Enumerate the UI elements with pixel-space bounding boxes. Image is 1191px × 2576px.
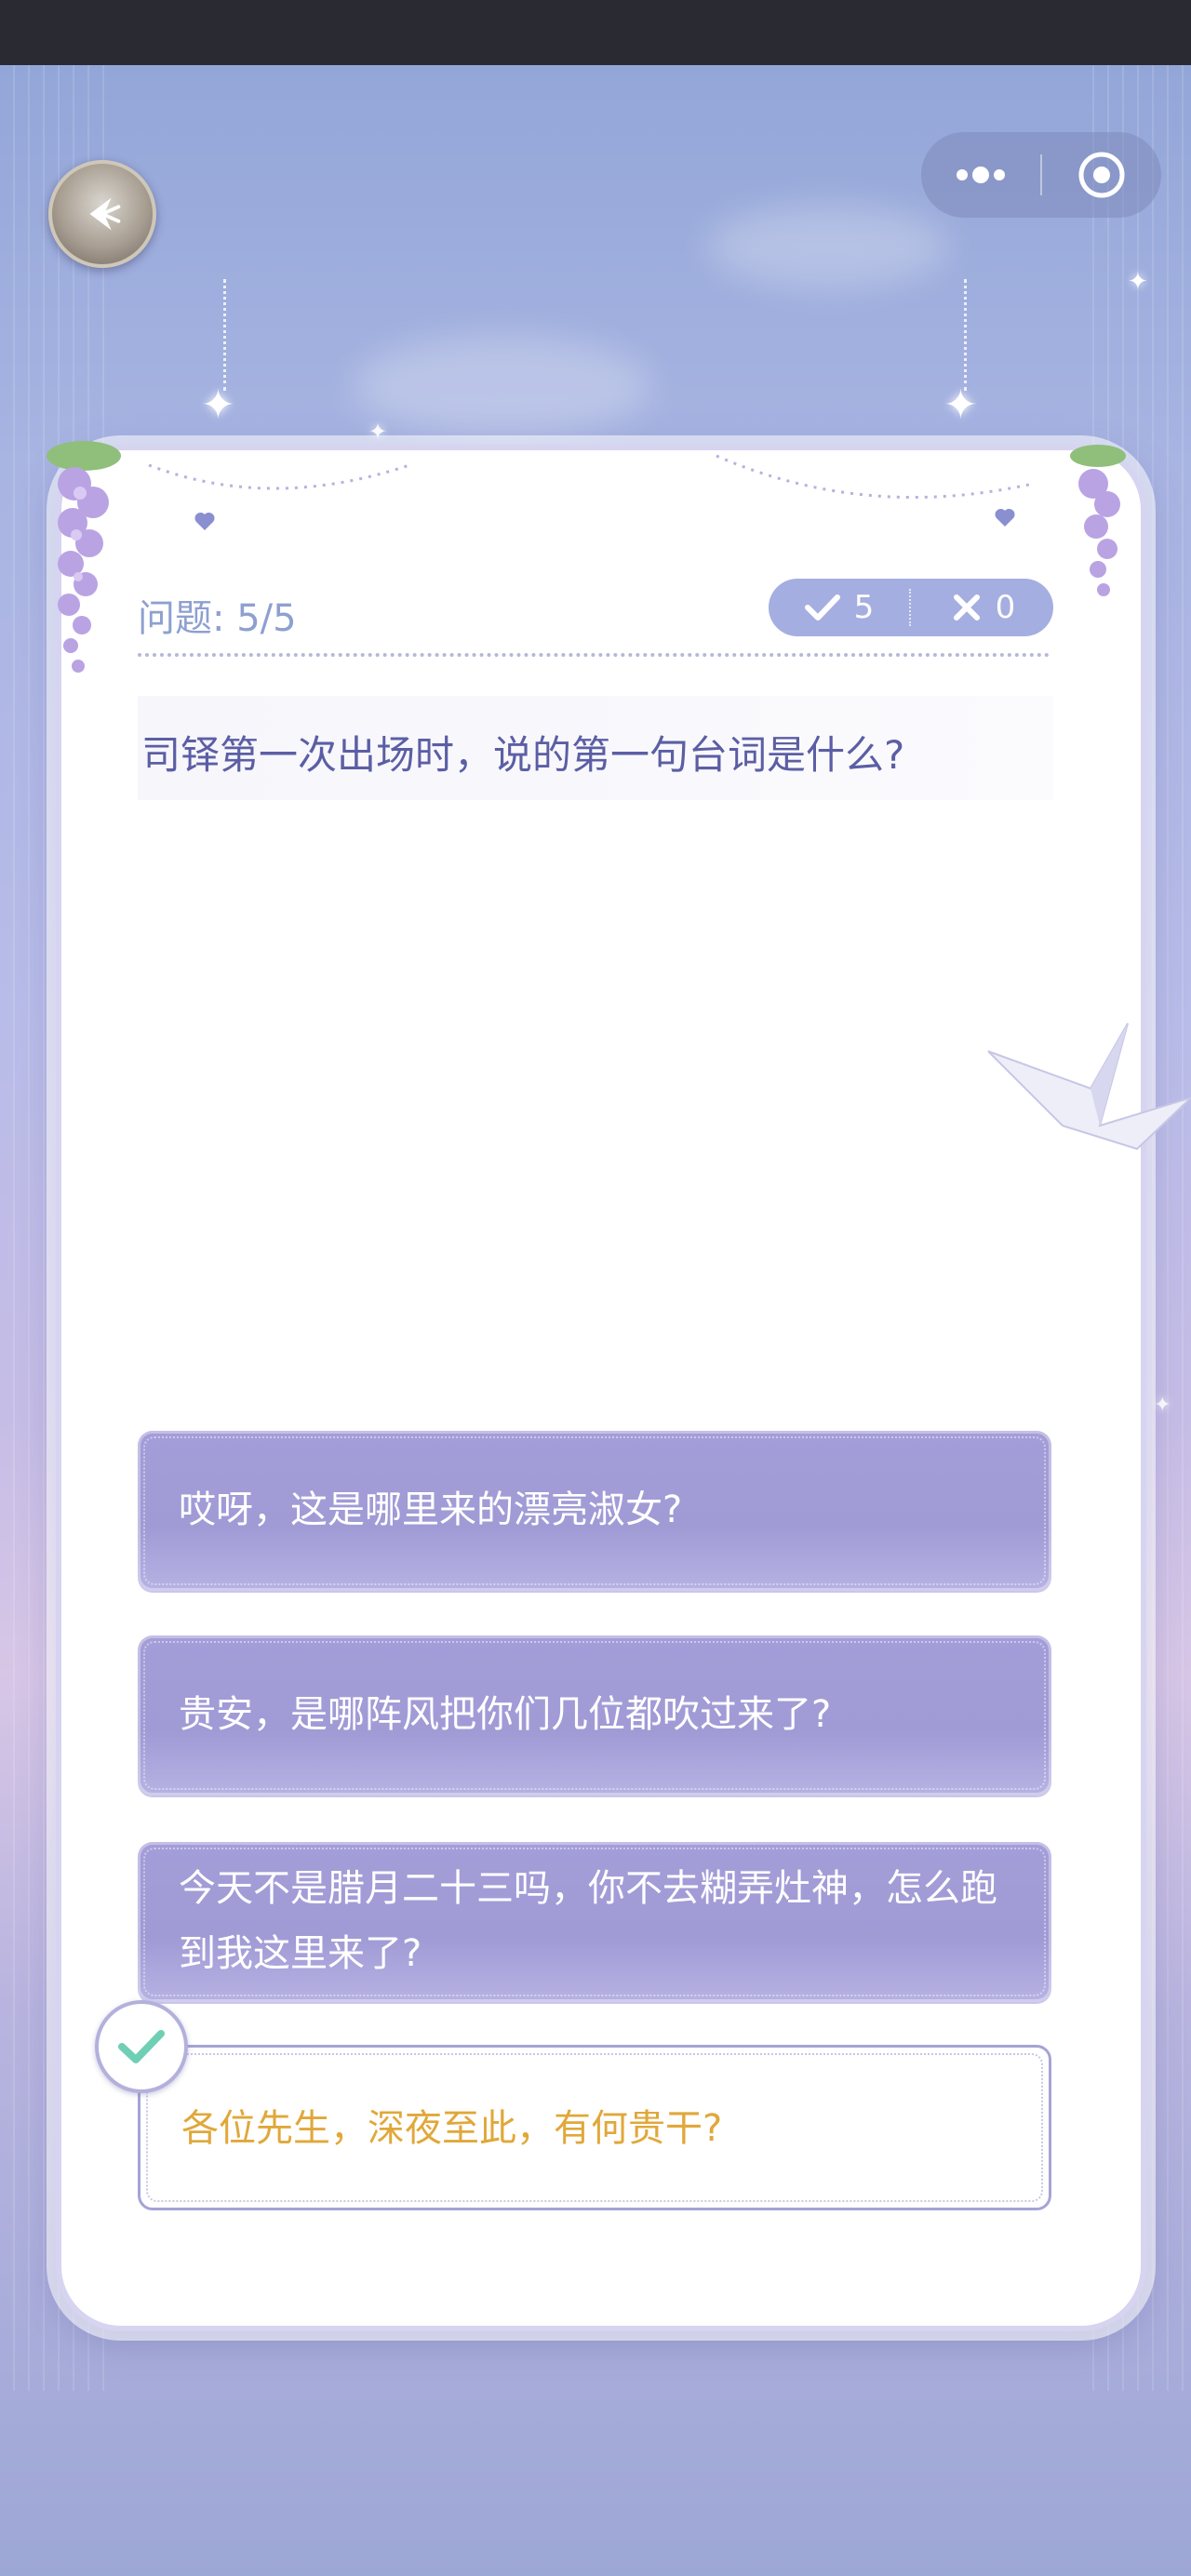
option-text: 今天不是腊月二十三吗，你不去糊弄灶神，怎么跑到我这里来了? (179, 1867, 997, 1975)
answer-option-2[interactable]: 贵安，是哪阵风把你们几位都吹过来了? (138, 1635, 1051, 1795)
cloud-decoration (354, 335, 651, 437)
correct-answer-badge (95, 2000, 188, 2093)
correct-counter: 5 (769, 589, 909, 626)
correct-check-icon (118, 2030, 165, 2063)
wrong-counter: 0 (913, 589, 1053, 626)
wisteria-flower-decoration (47, 441, 121, 673)
option-text: 哎呀，这是哪里来的漂亮淑女? (179, 1488, 683, 1531)
close-miniprogram-button[interactable] (1042, 132, 1161, 218)
back-button[interactable] (48, 160, 156, 268)
question-text: 司铎第一次出场时，说的第一句台词是什么? (141, 732, 905, 778)
cloud-decoration (707, 205, 949, 288)
option-text: 贵安，是哪阵风把你们几位都吹过来了? (179, 1693, 832, 1736)
answer-option-4-correct[interactable]: 各位先生，深夜至此，有何贵干? (138, 2045, 1051, 2210)
correct-count: 5 (853, 589, 875, 626)
sparkle-icon: ✦ (1128, 268, 1148, 296)
more-dots-icon (957, 167, 1005, 183)
wrong-count: 0 (995, 589, 1016, 626)
sparkle-icon: ✦ (368, 419, 388, 445)
answer-option-3[interactable]: 今天不是腊月二十三吗，你不去糊弄灶神，怎么跑到我这里来了? (138, 1842, 1051, 2002)
answer-option-1[interactable]: 哎呀，这是哪里来的漂亮淑女? (138, 1431, 1051, 1591)
more-button[interactable] (921, 132, 1040, 218)
option-text: 各位先生，深夜至此，有何贵干? (181, 2107, 723, 2150)
score-badge: 5 0 (769, 579, 1053, 636)
sparkle-icon: ✦ (943, 381, 978, 429)
wisteria-flower-decoration (1070, 445, 1126, 596)
check-icon (804, 594, 840, 621)
miniprogram-capsule (921, 132, 1161, 218)
target-circle-icon (1078, 152, 1125, 198)
sparkle-icon: ✦ (1154, 1394, 1171, 1417)
sparkle-icon: ✦ (201, 381, 235, 429)
back-arrow-icon (89, 197, 121, 231)
top-status-strip (0, 0, 1191, 65)
garland-decoration (148, 454, 1034, 530)
paper-crane-decoration (987, 1022, 1191, 1151)
question-progress-label: 问题: 5/5 (138, 597, 297, 640)
cross-icon (953, 594, 980, 621)
header-divider (138, 653, 1050, 657)
hanging-string-right (964, 279, 967, 391)
hanging-string-left (223, 279, 226, 391)
